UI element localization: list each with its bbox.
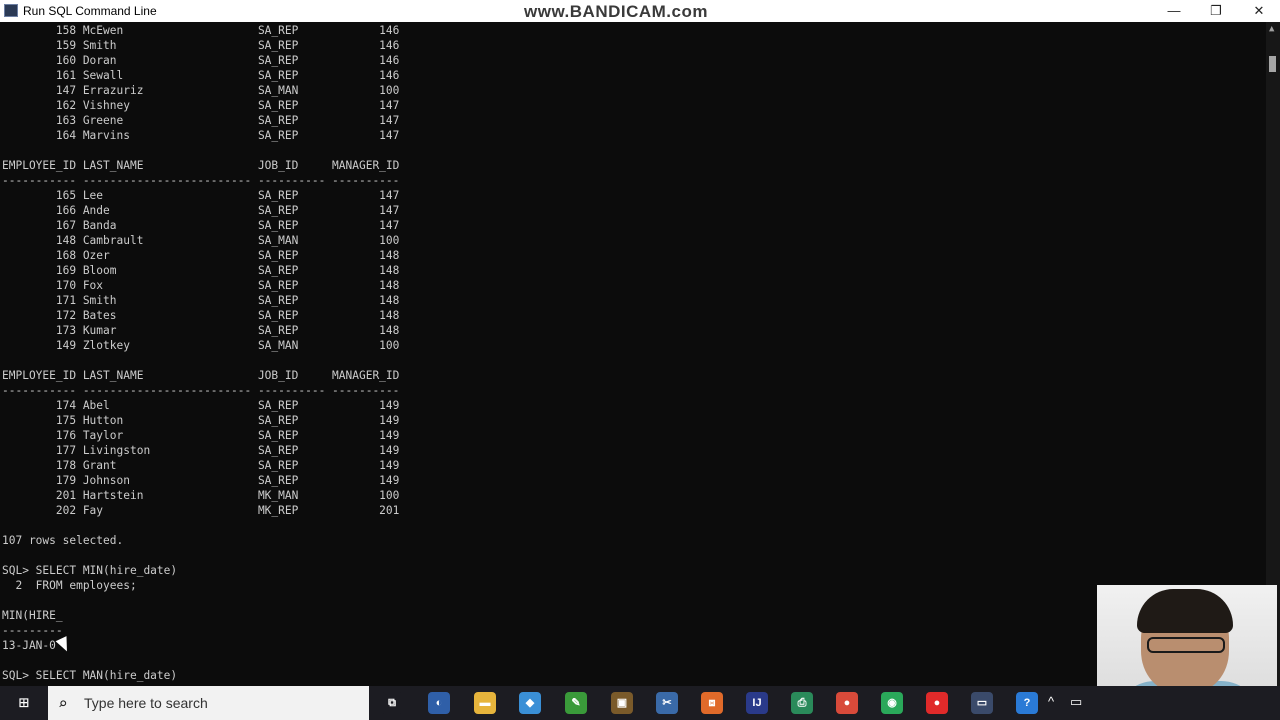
app-icon-6[interactable]: ✂ bbox=[656, 692, 678, 714]
terminal-line: MIN(HIRE_ bbox=[2, 609, 63, 622]
terminal-line: 162 Vishney SA_REP 147 bbox=[2, 99, 400, 112]
task-view-icon[interactable]: ⧉ bbox=[381, 692, 403, 714]
terminal-line: SQL> SELECT MIN(hire_date) bbox=[2, 564, 178, 577]
terminal-line: 177 Livingston SA_REP 149 bbox=[2, 444, 400, 457]
terminal-line: 166 Ande SA_REP 147 bbox=[2, 204, 400, 217]
close-button[interactable]: ✕ bbox=[1236, 0, 1280, 22]
terminal-line: ----------- ------------------------- --… bbox=[2, 384, 400, 397]
terminal-line: EMPLOYEE_ID LAST_NAME JOB_ID MANAGER_ID bbox=[2, 159, 400, 172]
terminal-line: 149 Zlotkey SA_MAN 100 bbox=[2, 339, 400, 352]
terminal-line: 164 Marvins SA_REP 147 bbox=[2, 129, 400, 142]
restore-button[interactable]: ❐ bbox=[1193, 0, 1239, 22]
terminal-line: 176 Taylor SA_REP 149 bbox=[2, 429, 400, 442]
terminal-output[interactable]: 158 McEwen SA_REP 146 159 Smith SA_REP 1… bbox=[0, 22, 1266, 686]
sql-console-taskbar-icon[interactable]: ▭ bbox=[971, 692, 993, 714]
app-icon-11[interactable]: ◉ bbox=[881, 692, 903, 714]
close-icon: ✕ bbox=[1253, 3, 1265, 18]
terminal-line: 175 Hutton SA_REP 149 bbox=[2, 414, 400, 427]
app-icon-5[interactable]: ▣ bbox=[611, 692, 633, 714]
terminal-line: 174 Abel SA_REP 149 bbox=[2, 399, 400, 412]
minimize-icon: — bbox=[1167, 3, 1181, 18]
minimize-button[interactable]: — bbox=[1151, 0, 1197, 22]
terminal-line: 170 Fox SA_REP 148 bbox=[2, 279, 400, 292]
terminal-line: 107 rows selected. bbox=[2, 534, 124, 547]
terminal-line: 173 Kumar SA_REP 148 bbox=[2, 324, 400, 337]
taskbar: ⊞ ⌕ Type here to search ⧉ ◐ ▬ ◆ ✎ ▣ ✂ ⧈ IJ ⎙ ● ◉ ● ▭?… bbox=[0, 686, 1280, 720]
help-icon[interactable]: ? bbox=[1016, 692, 1038, 714]
restore-icon: ❐ bbox=[1210, 3, 1222, 18]
sql-console-icon bbox=[4, 4, 18, 17]
terminal-line: 13-JAN-0 bbox=[2, 639, 56, 652]
terminal-line: 179 Johnson SA_REP 149 bbox=[2, 474, 400, 487]
webcam-person-glasses bbox=[1147, 637, 1225, 653]
app-icon-8[interactable]: IJ bbox=[746, 692, 768, 714]
terminal-line: 163 Greene SA_REP 147 bbox=[2, 114, 400, 127]
app-icon-3[interactable]: ◆ bbox=[519, 692, 541, 714]
taskbar-search[interactable]: ⌕ Type here to search bbox=[48, 686, 369, 720]
terminal-line: 148 Cambrault SA_MAN 100 bbox=[2, 234, 400, 247]
terminal-line: 201 Hartstein MK_MAN 100 bbox=[2, 489, 400, 502]
terminal-line: --------- bbox=[2, 624, 63, 637]
terminal-line: 169 Bloom SA_REP 148 bbox=[2, 264, 400, 277]
scroll-thumb[interactable] bbox=[1269, 56, 1276, 72]
app-icon-1[interactable]: ◐ bbox=[428, 692, 450, 714]
battery-icon[interactable]: ▭ bbox=[1070, 694, 1082, 710]
app-icon-4[interactable]: ✎ bbox=[565, 692, 587, 714]
terminal-line: 171 Smith SA_REP 148 bbox=[2, 294, 400, 307]
file-explorer-icon[interactable]: ▬ bbox=[474, 692, 496, 714]
terminal-line: EMPLOYEE_ID LAST_NAME JOB_ID MANAGER_ID bbox=[2, 369, 400, 382]
terminal-line: 158 McEwen SA_REP 146 bbox=[2, 24, 400, 37]
record-icon[interactable]: ● bbox=[926, 692, 948, 714]
terminal-line: 172 Bates SA_REP 148 bbox=[2, 309, 400, 322]
app-icon-9[interactable]: ⎙ bbox=[791, 692, 813, 714]
chrome-icon[interactable]: ● bbox=[836, 692, 858, 714]
terminal-line: 2 FROM employees; bbox=[2, 579, 137, 592]
app-icon-7[interactable]: ⧈ bbox=[701, 692, 723, 714]
search-icon: ⌕ bbox=[58, 694, 68, 713]
terminal-line: 167 Banda SA_REP 147 bbox=[2, 219, 400, 232]
window-title: Run SQL Command Line bbox=[23, 4, 157, 18]
webcam-person-hair bbox=[1137, 589, 1233, 633]
recording-watermark: www.BANDICAM.com bbox=[524, 2, 708, 21]
terminal-line: 160 Doran SA_REP 146 bbox=[2, 54, 400, 67]
scroll-up-icon[interactable]: ▲ bbox=[1269, 24, 1274, 34]
terminal-line: 168 Ozer SA_REP 148 bbox=[2, 249, 400, 262]
terminal-line: ----------- ------------------------- --… bbox=[2, 174, 400, 187]
terminal-line: 161 Sewall SA_REP 146 bbox=[2, 69, 400, 82]
terminal-line: 159 Smith SA_REP 146 bbox=[2, 39, 400, 52]
terminal-line: 202 Fay MK_REP 201 bbox=[2, 504, 400, 517]
search-placeholder: Type here to search bbox=[84, 695, 208, 711]
title-bar: Run SQL Command Line www.BANDICAM.com — … bbox=[0, 0, 1280, 22]
tray-chevron-icon[interactable]: ^ bbox=[1048, 694, 1054, 709]
windows-start-icon[interactable]: ⊞ bbox=[0, 686, 48, 720]
terminal-line: 178 Grant SA_REP 149 bbox=[2, 459, 400, 472]
terminal-line: 165 Lee SA_REP 147 bbox=[2, 189, 400, 202]
terminal-line: 147 Errazuriz SA_MAN 100 bbox=[2, 84, 400, 97]
terminal-line: SQL> SELECT MAN(hire_date) bbox=[2, 669, 178, 682]
